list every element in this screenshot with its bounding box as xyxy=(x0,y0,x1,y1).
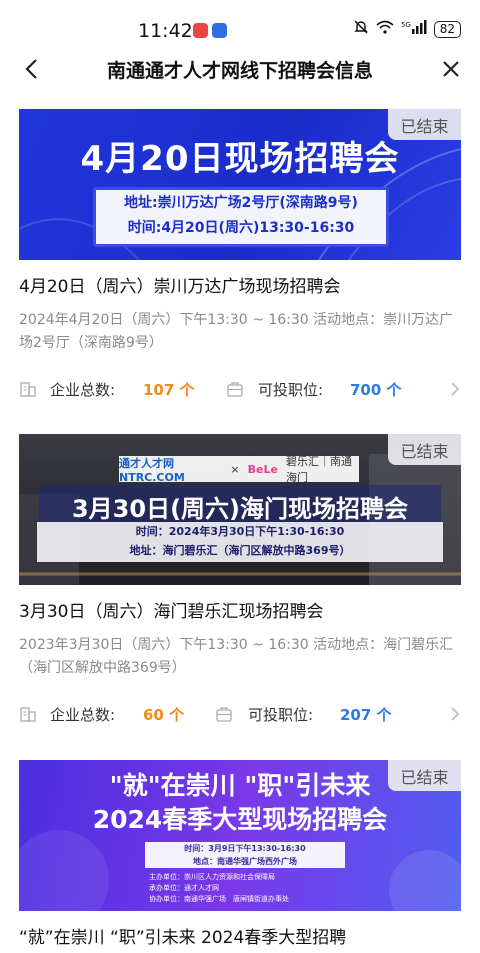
back-arrow-icon xyxy=(25,59,37,79)
app-notification-icon xyxy=(212,23,227,38)
card-stats-row[interactable]: 企业总数: 60 个 可投职位: 207 个 xyxy=(19,702,461,728)
chevron-right-icon xyxy=(451,707,460,721)
network-type-label: 5G xyxy=(401,21,411,29)
card-title[interactable]: 3月30日（周六）海门碧乐汇现场招聘会 xyxy=(19,597,461,622)
building-icon xyxy=(20,382,36,397)
event-banner[interactable]: 通才人才网 NTRC.COM × BeLe 碧乐汇｜南通海门 3月30日(周六)… xyxy=(19,434,461,585)
banner-time: 时间:4月20日(周六)13:30-16:30 xyxy=(127,220,355,236)
card-description: 2023年3月30日（周六）下午13:30 ~ 16:30 活动地点：海门碧乐汇… xyxy=(19,637,454,676)
mute-bell-icon xyxy=(353,19,369,39)
status-bar: 11:42 5G 82 xyxy=(0,0,480,44)
app-notification-icon xyxy=(193,23,208,38)
banner-info-box: 时间：2024年3月30日下午1:30-16:30 地址：海门碧乐汇（海门区解放… xyxy=(37,522,443,562)
card-description: 2024年4月20日（周六）下午13:30 ~ 16:30 活动地点：崇川万达广… xyxy=(19,312,454,351)
wifi-icon xyxy=(376,20,394,38)
company-count-label: 企业总数: xyxy=(50,381,116,399)
building-icon xyxy=(20,707,36,722)
job-fair-card[interactable]: 通才人才网 NTRC.COM × BeLe 碧乐汇｜南通海门 3月30日(周六)… xyxy=(19,434,461,728)
banner-organizer: 承办单位：通才人才网 xyxy=(149,884,219,892)
banner-co-organizer: 协办单位：南通华强广场 唐闸镇街道办事处 xyxy=(149,895,289,903)
card-title[interactable]: “就”在崇川 “职”引未来 2024春季大型招聘 xyxy=(19,923,461,948)
close-button[interactable] xyxy=(434,52,468,86)
card-title[interactable]: 4月20日（周六）崇川万达广场现场招聘会 xyxy=(19,272,461,297)
banner-info-box: 时间：3月9日下午13:30-16:30 地点：南通华强广场西外广场 xyxy=(145,842,345,868)
briefcase-icon xyxy=(227,382,243,397)
card-stats-row[interactable]: 企业总数: 107 个 可投职位: 700 个 xyxy=(19,377,461,403)
back-button[interactable] xyxy=(14,52,48,86)
banner-place: 地点：南通华强广场西外广场 xyxy=(193,857,297,866)
chevron-right-icon xyxy=(451,382,460,396)
banner-organizers: 主办单位：崇川区人力资源和社会保障局 承办单位：通才人才网 协办单位：南通华强广… xyxy=(149,872,369,905)
banner-info-box: 地址:崇川万达广场2号厅(深南路9号) 时间:4月20日(周六)13:30-16… xyxy=(93,187,389,247)
positions-label: 可投职位: xyxy=(248,706,314,724)
job-fair-card[interactable]: "就"在崇川 "职"引未来 2024春季大型现场招聘会 时间：3月9日下午13:… xyxy=(19,760,461,948)
battery-indicator: 82 xyxy=(433,20,461,38)
bele-logo: BeLe xyxy=(247,462,278,476)
event-banner[interactable]: "就"在崇川 "职"引未来 2024春季大型现场招聘会 时间：3月9日下午13:… xyxy=(19,760,461,911)
bele-logo-text: 碧乐汇｜南通海门 xyxy=(285,455,352,484)
status-time: 11:42 xyxy=(138,20,193,42)
event-banner[interactable]: 4月20日现场招聘会 地址:崇川万达广场2号厅(深南路9号) 时间:4月20日(… xyxy=(19,109,461,260)
company-count-label: 企业总数: xyxy=(50,706,116,724)
company-count-value: 60 个 xyxy=(143,706,185,724)
page-header: 南通通才人才网线下招聘会信息 xyxy=(0,44,480,94)
close-icon xyxy=(443,61,459,77)
cellular-signal-icon: 5G xyxy=(401,20,427,38)
positions-value: 700 个 xyxy=(350,381,402,399)
banner-title-line2: 2024春季大型现场招聘会 xyxy=(92,805,388,834)
banner-logos: 通才人才网 NTRC.COM × BeLe 碧乐汇｜南通海门 xyxy=(119,455,359,484)
banner-address: 地址:崇川万达广场2号厅(深南路9号) xyxy=(124,195,358,211)
logo-separator: × xyxy=(230,462,240,476)
status-badge-ended: 已结束 xyxy=(388,434,461,465)
positions-value: 207 个 xyxy=(340,706,392,724)
banner-time: 时间：2024年3月30日下午1:30-16:30 xyxy=(135,525,345,538)
company-count-value: 107 个 xyxy=(143,381,195,399)
banner-time: 时间：3月9日下午13:30-16:30 xyxy=(184,844,306,853)
briefcase-icon xyxy=(216,707,232,722)
positions-label: 可投职位: xyxy=(258,381,324,399)
status-icons: 5G 82 xyxy=(353,19,461,39)
ntrc-logo: 通才人才网 NTRC.COM xyxy=(119,456,185,484)
status-badge-ended: 已结束 xyxy=(388,109,461,140)
status-badge-ended: 已结束 xyxy=(388,760,461,791)
banner-address: 地址：海门碧乐汇（海门区解放中路369号） xyxy=(129,544,351,557)
page-title: 南通通才人才网线下招聘会信息 xyxy=(106,60,373,82)
banner-host: 主办单位：崇川区人力资源和社会保障局 xyxy=(149,873,275,881)
job-fair-card[interactable]: 4月20日现场招聘会 地址:崇川万达广场2号厅(深南路9号) 时间:4月20日(… xyxy=(19,109,461,403)
